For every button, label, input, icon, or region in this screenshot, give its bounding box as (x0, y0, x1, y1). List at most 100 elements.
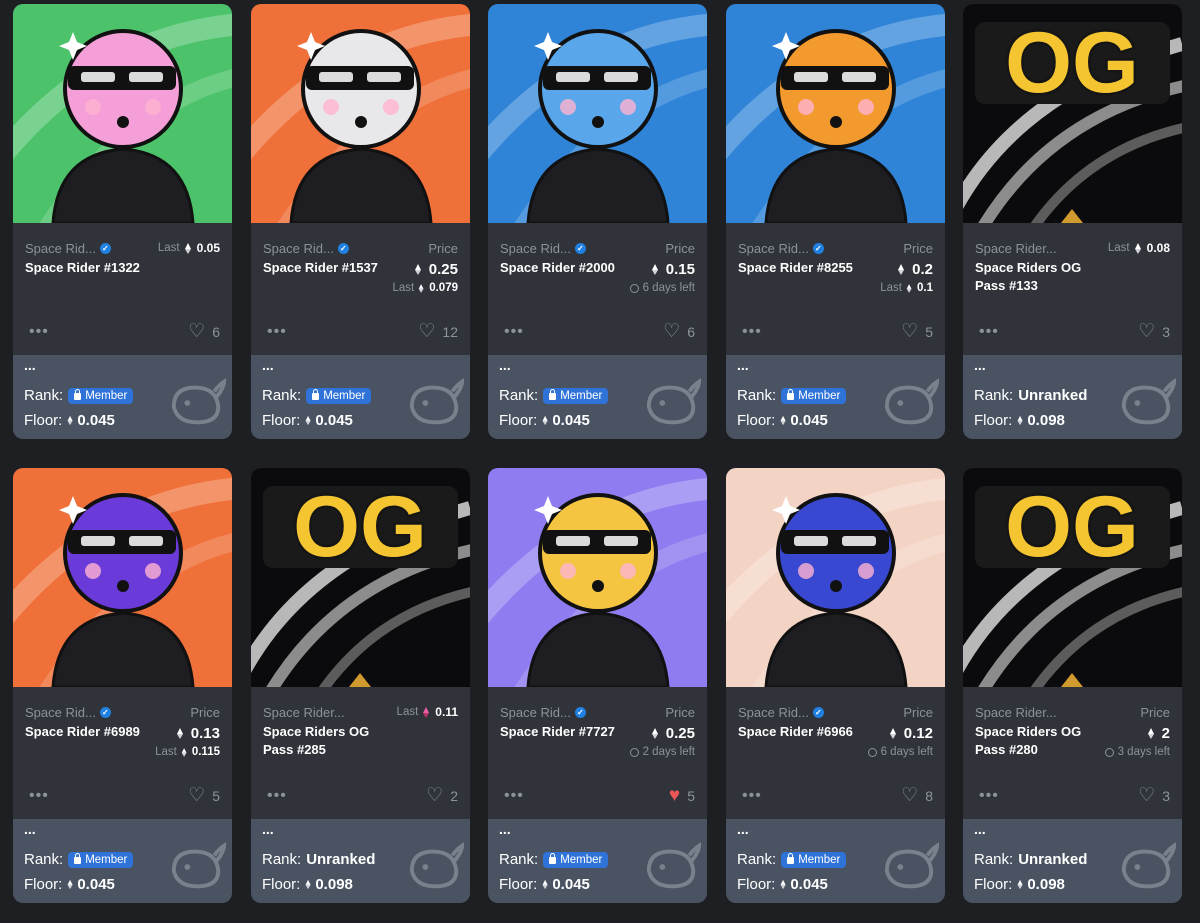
nft-card[interactable]: Space Rid... ✓ Space Rider #7727 Price 0.… (488, 468, 707, 903)
rank-label: Rank: (262, 387, 302, 404)
nft-name[interactable]: Space Riders OG Pass #280 (975, 723, 1095, 759)
nft-image[interactable] (726, 468, 945, 687)
nft-card[interactable]: Space Rid... ✓ Space Rider #1322 Last 0.0… (13, 4, 232, 439)
more-dots-icon[interactable]: ••• (979, 323, 999, 341)
more-dots-icon[interactable]: ••• (504, 787, 524, 805)
floor-label: Floor: (262, 412, 301, 429)
heart-icon[interactable]: ♡ (901, 786, 918, 805)
nft-image[interactable] (13, 4, 232, 223)
nft-card[interactable]: Space Rid... ✓ Space Rider #6989 Price 0.… (13, 468, 232, 903)
like-button[interactable]: ♡ 6 (188, 322, 220, 341)
more-dots-icon[interactable]: ••• (742, 323, 762, 341)
nft-name[interactable]: Space Rider #6966 (738, 723, 858, 741)
like-button[interactable]: ♡ 12 (418, 322, 458, 341)
nft-image[interactable]: OG (963, 4, 1182, 223)
nft-name[interactable]: Space Rider #2000 (500, 259, 620, 277)
collection-name[interactable]: Space Rid... ✓ (738, 241, 824, 256)
collection-name[interactable]: Space Rid... ✓ (500, 241, 586, 256)
nft-card[interactable]: OG Space Rider... Space Riders OG Pass #… (963, 468, 1182, 903)
floor-label: Floor: (499, 876, 538, 893)
clock-icon (629, 283, 639, 293)
like-button[interactable]: ♡ 3 (1138, 322, 1170, 341)
ext-dots[interactable]: ... (499, 357, 511, 373)
nft-name[interactable]: Space Rider #1537 (263, 259, 383, 277)
more-dots-icon[interactable]: ••• (267, 323, 287, 341)
heart-icon[interactable]: ♡ (663, 322, 680, 341)
ext-dots[interactable]: ... (24, 821, 36, 837)
collection-name[interactable]: Space Rid... ✓ (263, 241, 349, 256)
ethereum-icon (542, 415, 549, 426)
collection-name[interactable]: Space Rider... (975, 241, 1057, 256)
nft-name[interactable]: Space Riders OG Pass #133 (975, 259, 1095, 295)
nft-image[interactable] (726, 4, 945, 223)
heart-icon[interactable]: ♡ (418, 322, 435, 341)
last-sale: Last 0.08 (1107, 241, 1170, 255)
nft-card[interactable]: Space Rid... ✓ Space Rider #6966 Price 0.… (726, 468, 945, 903)
nft-card[interactable]: Space Rid... ✓ Space Rider #2000 Price 0.… (488, 4, 707, 439)
heart-icon[interactable]: ♡ (1138, 322, 1155, 341)
ext-dots[interactable]: ... (974, 357, 986, 373)
more-dots-icon[interactable]: ••• (504, 323, 524, 341)
nft-name[interactable]: Space Rider #6989 (25, 723, 145, 741)
nft-image[interactable] (251, 4, 470, 223)
whale-logo-icon (646, 842, 701, 889)
whale-logo-icon (884, 378, 939, 425)
ext-dots[interactable]: ... (737, 357, 749, 373)
collection-name[interactable]: Space Rid... ✓ (738, 705, 824, 720)
heart-icon[interactable]: ♡ (188, 786, 205, 805)
heart-icon[interactable]: ♡ (426, 786, 443, 805)
nft-card[interactable]: OG Space Rider... Space Riders OG Pass #… (251, 468, 470, 903)
collection-name[interactable]: Space Rid... ✓ (25, 705, 111, 720)
heart-icon[interactable]: ♡ (901, 322, 918, 341)
whale-logo-icon (171, 378, 226, 425)
like-button[interactable]: ♥ 5 (669, 786, 695, 805)
nft-image[interactable]: OG (963, 468, 1182, 687)
space-rider-artwork (488, 468, 707, 687)
more-dots-icon[interactable]: ••• (29, 323, 49, 341)
ext-dots[interactable]: ... (262, 357, 274, 373)
more-dots-icon[interactable]: ••• (979, 787, 999, 805)
ext-dots[interactable]: ... (499, 821, 511, 837)
like-button[interactable]: ♡ 2 (426, 786, 458, 805)
like-button[interactable]: ♡ 5 (188, 786, 220, 805)
collection-name[interactable]: Space Rid... ✓ (25, 241, 111, 256)
nft-name[interactable]: Space Rider #7727 (500, 723, 620, 741)
heart-icon[interactable]: ♥ (669, 786, 680, 805)
ext-dots[interactable]: ... (974, 821, 986, 837)
nft-card[interactable]: OG Space Rider... Space Riders OG Pass #… (963, 4, 1182, 439)
collection-name[interactable]: Space Rid... ✓ (500, 705, 586, 720)
nft-name[interactable]: Space Rider #8255 (738, 259, 858, 277)
og-logo-text: OG (293, 479, 427, 575)
collection-name[interactable]: Space Rider... (975, 705, 1057, 720)
like-button[interactable]: ♡ 5 (901, 322, 933, 341)
ext-dots[interactable]: ... (262, 821, 274, 837)
nft-image[interactable]: OG (251, 468, 470, 687)
like-count: 3 (1162, 324, 1170, 340)
ethereum-icon (1017, 415, 1024, 426)
nft-card[interactable]: Space Rid... ✓ Space Rider #1537 Price 0.… (251, 4, 470, 439)
nft-image[interactable] (13, 468, 232, 687)
nft-name[interactable]: Space Rider #1322 (25, 259, 145, 277)
nft-name[interactable]: Space Riders OG Pass #285 (263, 723, 383, 759)
collection-name[interactable]: Space Rider... (263, 705, 345, 720)
card-info: Space Rid... ✓ Space Rider #6966 Price 0.… (726, 687, 945, 775)
like-button[interactable]: ♡ 8 (901, 786, 933, 805)
heart-icon[interactable]: ♡ (188, 322, 205, 341)
more-dots-icon[interactable]: ••• (29, 787, 49, 805)
like-button[interactable]: ♡ 6 (663, 322, 695, 341)
floor-label: Floor: (974, 412, 1013, 429)
heart-icon[interactable]: ♡ (1138, 786, 1155, 805)
floor-label: Floor: (499, 412, 538, 429)
more-dots-icon[interactable]: ••• (742, 787, 762, 805)
ethereum-icon (181, 747, 188, 757)
nft-image[interactable] (488, 4, 707, 223)
verified-badge-icon: ✓ (574, 243, 586, 254)
rank-label: Rank: (737, 851, 777, 868)
like-button[interactable]: ♡ 3 (1138, 786, 1170, 805)
ext-dots[interactable]: ... (737, 821, 749, 837)
more-dots-icon[interactable]: ••• (267, 787, 287, 805)
nft-image[interactable] (488, 468, 707, 687)
ext-dots[interactable]: ... (24, 357, 36, 373)
nft-card[interactable]: Space Rid... ✓ Space Rider #8255 Price 0.… (726, 4, 945, 439)
floor-row: Floor: 0.045 (737, 412, 828, 429)
